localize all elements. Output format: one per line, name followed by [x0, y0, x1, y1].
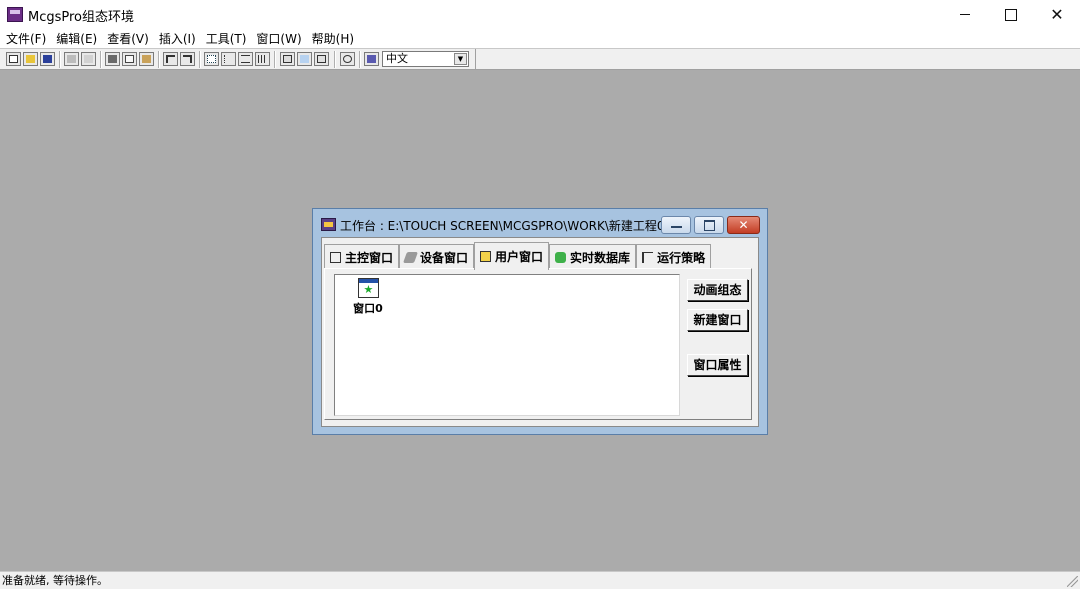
- workspace-close-button[interactable]: ✕: [727, 216, 760, 234]
- menu-help[interactable]: 帮助(H): [307, 30, 359, 47]
- toolbar: 中文 ▼: [0, 48, 1080, 70]
- menu-edit[interactable]: 编辑(E): [51, 30, 102, 47]
- tab-run-strategy[interactable]: 运行策略: [636, 244, 712, 269]
- printer-icon: [67, 55, 76, 63]
- redo-icon: [183, 55, 192, 63]
- floppy-disk-icon: [43, 55, 52, 63]
- main-window-icon: [330, 251, 341, 263]
- check-icon: [300, 55, 309, 63]
- language-value: 中文: [386, 52, 408, 65]
- menu-insert[interactable]: 插入(I): [154, 30, 201, 47]
- tree-view-button[interactable]: [221, 52, 236, 66]
- maximize-icon: [1005, 8, 1017, 21]
- menu-file[interactable]: 文件(F): [0, 30, 51, 47]
- folder-open-icon: [26, 55, 35, 63]
- paste-icon: [142, 55, 151, 63]
- list-view-button[interactable]: [238, 52, 253, 66]
- tab-label: 主控窗口: [345, 250, 394, 265]
- app-title-bar: McgsPro组态环境 ✕: [0, 0, 1080, 29]
- tab-label: 用户窗口: [495, 250, 544, 264]
- help-button[interactable]: [340, 52, 355, 66]
- align-button[interactable]: [204, 52, 219, 66]
- tree-icon: [224, 55, 233, 63]
- menu-view[interactable]: 查看(V): [102, 30, 154, 47]
- help-icon: [343, 55, 352, 63]
- strategy-icon: [642, 251, 654, 263]
- workspace-maximize-button[interactable]: [694, 216, 724, 234]
- undo-icon: [166, 55, 175, 63]
- database-icon: [555, 251, 567, 263]
- list-icon: [241, 55, 250, 63]
- new-file-button[interactable]: [6, 52, 21, 66]
- menu-bar: 文件(F) 编辑(E) 查看(V) 插入(I) 工具(T) 窗口(W) 帮助(H…: [0, 29, 1080, 48]
- workspace-icon: [321, 218, 336, 231]
- tab-label: 运行策略: [657, 250, 706, 265]
- window-list[interactable]: ★ 窗口0: [334, 274, 680, 416]
- animate-config-button[interactable]: 动画组态: [687, 279, 748, 301]
- chevron-down-icon[interactable]: ▼: [454, 53, 467, 65]
- properties-icon: [283, 55, 292, 63]
- check-button[interactable]: [297, 52, 312, 66]
- print-preview-button[interactable]: [81, 52, 96, 66]
- status-text: 准备就绪, 等待操作。: [2, 574, 108, 587]
- tab-realtime-database[interactable]: 实时数据库: [549, 244, 637, 269]
- status-bar: 准备就绪, 等待操作。: [0, 571, 1080, 589]
- star-icon: ★: [363, 283, 374, 296]
- download-icon: [317, 55, 326, 63]
- scissors-icon: [108, 55, 117, 63]
- device-icon: [403, 251, 419, 263]
- workspace-title: 工作台 : E:\TOUCH SCREEN\MCGSPRO\WORK\新建工程0…: [340, 219, 680, 233]
- resize-grip-icon[interactable]: [1067, 576, 1078, 587]
- workspace-minimize-button[interactable]: [661, 216, 691, 234]
- list-item[interactable]: ★ 窗口0: [351, 278, 385, 316]
- copy-button[interactable]: [122, 52, 137, 66]
- download-button[interactable]: [314, 52, 329, 66]
- language-select[interactable]: 中文 ▼: [382, 51, 469, 67]
- menu-window[interactable]: 窗口(W): [251, 30, 306, 47]
- workspace-title-bar[interactable]: 工作台 : E:\TOUCH SCREEN\MCGSPRO\WORK\新建工程0…: [313, 209, 767, 237]
- grid-icon: [258, 55, 267, 63]
- save-button[interactable]: [40, 52, 55, 66]
- window-properties-button[interactable]: 窗口属性: [687, 354, 748, 376]
- copy-icon: [125, 55, 134, 63]
- language-icon: [367, 55, 376, 63]
- workspace-tabs: 主控窗口 设备窗口 用户窗口 实时数据库 运行策略: [324, 242, 712, 270]
- workspace-body: 主控窗口 设备窗口 用户窗口 实时数据库 运行策略 ★ 窗口0 动画组态 新建窗…: [321, 237, 759, 427]
- menu-tools[interactable]: 工具(T): [201, 30, 252, 47]
- app-title: McgsPro组态环境: [28, 10, 135, 25]
- grid-view-button[interactable]: [255, 52, 270, 66]
- redo-button[interactable]: [180, 52, 195, 66]
- user-window-panel: ★ 窗口0 动画组态 新建窗口 窗口属性: [324, 268, 752, 420]
- workspace-window: 工作台 : E:\TOUCH SCREEN\MCGSPRO\WORK\新建工程0…: [312, 208, 768, 435]
- window-item-label: 窗口0: [353, 302, 383, 315]
- new-file-icon: [9, 55, 18, 63]
- print-button[interactable]: [64, 52, 79, 66]
- properties-button[interactable]: [280, 52, 295, 66]
- tab-main-window[interactable]: 主控窗口: [324, 244, 400, 269]
- cut-button[interactable]: [105, 52, 120, 66]
- tab-device-window[interactable]: 设备窗口: [399, 244, 475, 269]
- tab-label: 设备窗口: [420, 250, 469, 265]
- maximize-button[interactable]: [988, 0, 1034, 29]
- align-icon: [207, 55, 216, 63]
- undo-button[interactable]: [163, 52, 178, 66]
- close-icon: ✕: [738, 218, 749, 232]
- minimize-icon: [960, 14, 970, 15]
- close-icon: ✕: [1050, 5, 1064, 24]
- user-window-icon: ★: [357, 278, 379, 298]
- close-button[interactable]: ✕: [1034, 0, 1080, 29]
- language-button[interactable]: [364, 52, 379, 66]
- tab-label: 实时数据库: [570, 250, 631, 265]
- mcgs-app-icon: [7, 7, 23, 22]
- minimize-button[interactable]: [942, 0, 988, 29]
- open-file-button[interactable]: [23, 52, 38, 66]
- print-preview-icon: [84, 55, 93, 63]
- new-window-button[interactable]: 新建窗口: [687, 309, 748, 331]
- paste-button[interactable]: [139, 52, 154, 66]
- user-window-icon: [480, 251, 492, 262]
- tab-user-window[interactable]: 用户窗口: [474, 242, 550, 270]
